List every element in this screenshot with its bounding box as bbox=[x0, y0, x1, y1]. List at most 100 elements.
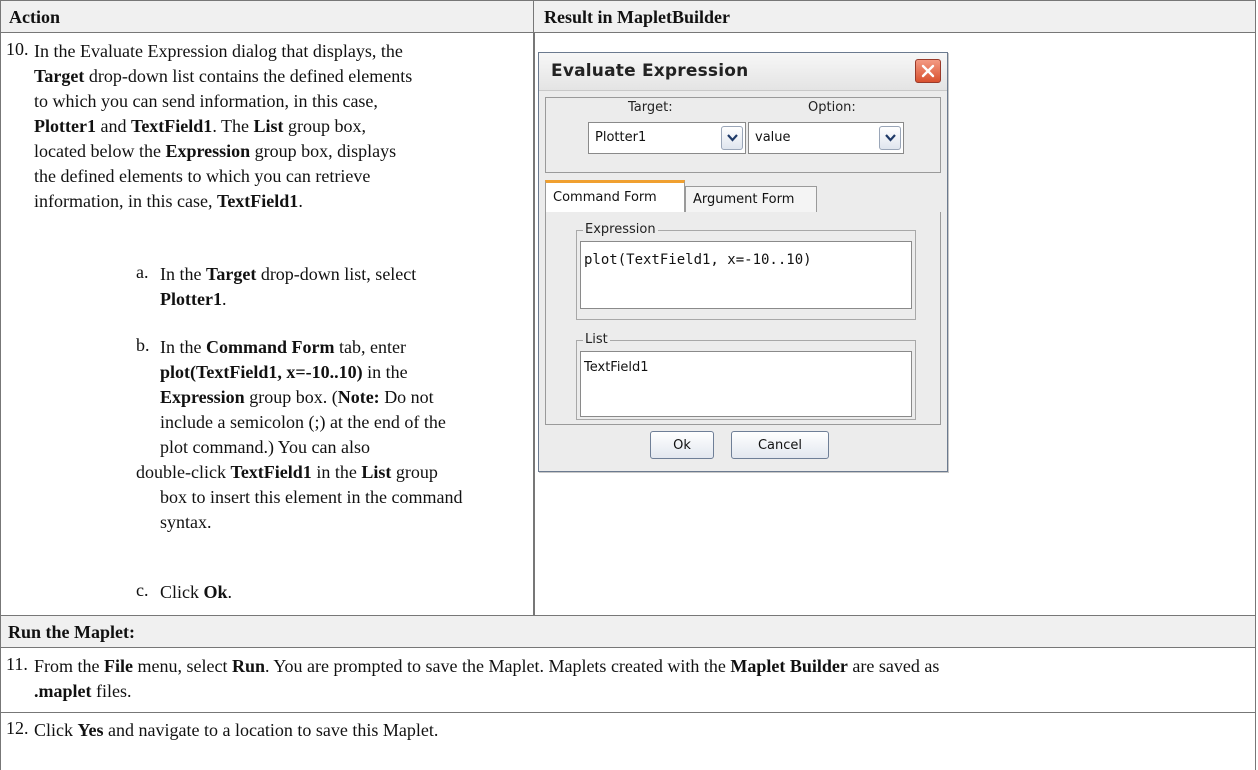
term: TextField1 bbox=[216, 191, 299, 211]
run-heading-row bbox=[0, 615, 1256, 648]
text: are saved as bbox=[847, 656, 940, 676]
text-line: .maplet files. bbox=[34, 679, 1252, 704]
tab-command-form[interactable]: Command Form bbox=[545, 180, 685, 212]
run-heading: Run the Maplet: bbox=[8, 622, 135, 642]
text-line: information, in this case, TextField1. bbox=[34, 189, 532, 214]
tab-label: Argument Form bbox=[693, 192, 795, 207]
action-column-header: Action bbox=[9, 7, 60, 27]
text: group box, bbox=[283, 116, 366, 136]
step-number: 11. bbox=[6, 654, 28, 674]
term: Run bbox=[231, 656, 265, 676]
term: Plotter1 bbox=[160, 289, 222, 309]
target-dropdown-button[interactable] bbox=[721, 126, 743, 150]
text: and navigate to a location to save this … bbox=[103, 720, 439, 740]
tab-label: Command Form bbox=[553, 190, 657, 205]
term: TextField1 bbox=[230, 462, 312, 482]
text: Do not bbox=[379, 387, 434, 407]
cancel-button[interactable]: Cancel bbox=[731, 431, 829, 459]
step-number: 10. bbox=[6, 39, 29, 59]
term: TextField1 bbox=[130, 116, 213, 136]
table-header-row: Action Result in MapletBuilder bbox=[0, 0, 1256, 33]
button-label: Ok bbox=[673, 438, 691, 453]
list-item[interactable]: TextField1 bbox=[584, 360, 649, 375]
text-line: In the Command Form tab, enter bbox=[160, 335, 534, 360]
text: Click bbox=[160, 582, 204, 602]
text: located below the bbox=[34, 141, 166, 161]
header-divider bbox=[533, 0, 534, 33]
expression-group: Expression plot(TextField1, x=-10..10) bbox=[576, 222, 916, 320]
text-line: In the Target drop-down list, select bbox=[160, 262, 530, 287]
evaluate-expression-dialog: Evaluate Expression Target: Option: Plot… bbox=[538, 52, 948, 472]
text: files. bbox=[91, 681, 132, 701]
term: Maplet Builder bbox=[730, 656, 848, 676]
list-box[interactable]: TextField1 bbox=[580, 351, 912, 417]
term: List bbox=[253, 116, 284, 136]
term: plot(TextField1, x=-10..10) bbox=[160, 362, 363, 382]
substep-letter: b. bbox=[136, 335, 150, 355]
option-dropdown-button[interactable] bbox=[879, 126, 901, 150]
option-label: Option: bbox=[808, 100, 856, 115]
text: From the bbox=[34, 656, 104, 676]
step-10-text: In the Evaluate Expression dialog that d… bbox=[34, 39, 532, 214]
text: in the bbox=[311, 462, 362, 482]
text-line: plot(TextField1, x=-10..10) in the bbox=[160, 360, 534, 385]
text: drop-down list, select bbox=[256, 264, 417, 284]
text: group bbox=[391, 462, 438, 482]
text: group box, displays bbox=[250, 141, 397, 161]
text-line: double-click TextField1 in the List grou… bbox=[136, 460, 534, 485]
step-number: 12. bbox=[6, 718, 29, 738]
substep-c-text: Click Ok. bbox=[160, 580, 232, 605]
option-dropdown[interactable]: value bbox=[748, 122, 904, 154]
text: information, in this case, bbox=[34, 191, 217, 211]
text: drop-down list contains the defined elem… bbox=[84, 66, 413, 86]
text: and bbox=[95, 116, 131, 136]
button-label: Cancel bbox=[757, 438, 803, 453]
dialog-title-bar: Evaluate Expression bbox=[539, 53, 947, 91]
list-group: List TextField1 bbox=[576, 332, 916, 420]
term: Note: bbox=[337, 387, 380, 407]
text: . bbox=[298, 191, 303, 211]
text: in the bbox=[362, 362, 408, 382]
text: In the bbox=[160, 337, 206, 357]
target-option-panel: Target: Option: Plotter1 value bbox=[545, 97, 941, 173]
close-icon bbox=[921, 64, 935, 78]
expression-value: plot(TextField1, x=-10..10) bbox=[584, 252, 812, 268]
term: Plotter1 bbox=[34, 116, 96, 136]
text-line: Target drop-down list contains the defin… bbox=[34, 64, 532, 89]
text: . bbox=[227, 582, 233, 602]
result-column-header: Result in MapletBuilder bbox=[544, 7, 731, 27]
term: Ok bbox=[203, 582, 228, 602]
chevron-down-icon bbox=[885, 134, 896, 142]
text-line: the defined elements to which you can re… bbox=[34, 166, 371, 186]
target-dropdown[interactable]: Plotter1 bbox=[588, 122, 746, 154]
expression-label: Expression bbox=[583, 222, 658, 237]
list-label: List bbox=[583, 332, 610, 347]
term: Expression bbox=[165, 141, 251, 161]
term: Yes bbox=[77, 720, 104, 740]
tab-argument-form[interactable]: Argument Form bbox=[685, 186, 817, 212]
text: . You are prompted to save the Maplet. M… bbox=[265, 656, 731, 676]
substep-letter: c. bbox=[136, 580, 149, 600]
text: . The bbox=[212, 116, 254, 136]
text-line: From the File menu, select Run. You are … bbox=[34, 654, 1252, 679]
text-line: box to insert this element in the comman… bbox=[160, 487, 463, 507]
text: menu, select bbox=[133, 656, 232, 676]
text-line: Expression group box. (Note: Do not bbox=[160, 385, 534, 410]
text-line: syntax. bbox=[160, 512, 212, 532]
dialog-title: Evaluate Expression bbox=[551, 61, 749, 81]
text: tab, enter bbox=[334, 337, 406, 357]
text: group box. ( bbox=[244, 387, 338, 407]
command-form-panel: Expression plot(TextField1, x=-10..10) L… bbox=[545, 212, 941, 425]
term: Command Form bbox=[205, 337, 335, 357]
target-label: Target: bbox=[628, 100, 673, 115]
text: double-click bbox=[136, 462, 231, 482]
close-button[interactable] bbox=[915, 59, 941, 83]
substep-a-text: In the Target drop-down list, select Plo… bbox=[160, 262, 530, 312]
ok-button[interactable]: Ok bbox=[650, 431, 714, 459]
target-value: Plotter1 bbox=[595, 130, 647, 145]
expression-input[interactable]: plot(TextField1, x=-10..10) bbox=[580, 241, 912, 309]
text-line: Plotter1 and TextField1. The List group … bbox=[34, 114, 532, 139]
term: .maplet bbox=[34, 681, 92, 701]
text-line: In the Evaluate Expression dialog that d… bbox=[34, 41, 403, 61]
text-line: located below the Expression group box, … bbox=[34, 139, 532, 164]
